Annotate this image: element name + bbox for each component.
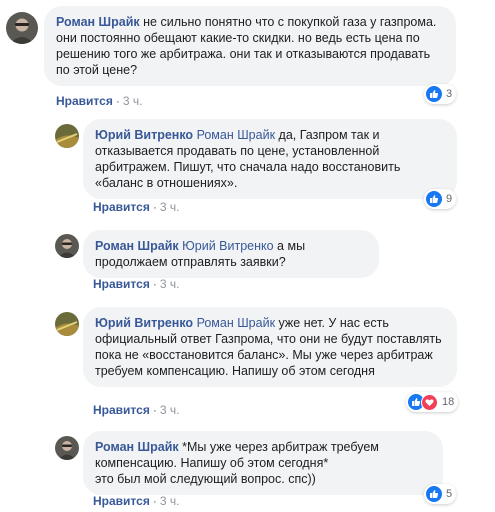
comment-text-line2: это был мой следующий вопрос. спс)) [95, 472, 316, 486]
like-button[interactable]: Нравится [93, 403, 150, 417]
comment-actions: Нравится · 3 ч. [56, 94, 142, 108]
timestamp[interactable]: 3 ч. [123, 94, 143, 108]
comment-actions: Нравится · 3 ч. [93, 277, 179, 291]
thumbs-up-icon [426, 191, 442, 207]
user-photo-icon [55, 234, 79, 258]
separator: · [115, 94, 120, 108]
comment-actions: Нравится · 3 ч. [93, 494, 179, 508]
comment-bubble: Роман Шрайк не сильно понятно что с поку… [44, 6, 456, 86]
user-photo-icon [55, 124, 79, 148]
comment-actions: Нравится · 3 ч. [93, 403, 179, 417]
comment-actions: Нравится · 3 ч. [93, 200, 179, 214]
reaction-count: 5 [446, 488, 453, 500]
like-button[interactable]: Нравится [93, 494, 150, 508]
timestamp[interactable]: 3 ч. [160, 494, 180, 508]
comment-author[interactable]: Роман Шрайк [56, 15, 140, 29]
separator: · [152, 277, 157, 291]
comment-bubble: Роман Шрайк Юрий Витренко а мы продолжае… [83, 230, 379, 278]
thumbs-up-icon [426, 86, 442, 102]
avatar[interactable] [55, 234, 79, 258]
comment-bubble: Юрий Витренко Роман Шрайк уже нет. У нас… [83, 307, 457, 387]
comment-bubble: Юрий Витренко Роман Шрайк да, Газпром та… [83, 119, 457, 199]
thumbs-up-icon [426, 486, 442, 502]
reactions-badge[interactable]: 9 [424, 189, 457, 209]
avatar[interactable] [55, 436, 79, 460]
reaction-count: 18 [442, 396, 455, 408]
comment-author[interactable]: Роман Шрайк [95, 440, 179, 454]
avatar[interactable] [55, 124, 79, 148]
reactions-badge[interactable]: 18 [406, 392, 459, 412]
comment-bubble: Роман Шрайк *Мы уже через арбитраж требу… [83, 431, 443, 495]
separator: · [152, 494, 157, 508]
like-button[interactable]: Нравится [56, 94, 113, 108]
reaction-count: 9 [446, 193, 453, 205]
separator: · [152, 200, 157, 214]
user-photo-icon [55, 312, 79, 336]
reaction-count: 3 [446, 88, 453, 100]
avatar[interactable] [6, 12, 38, 44]
avatar[interactable] [55, 312, 79, 336]
reactions-badge[interactable]: 3 [424, 84, 457, 104]
user-photo-icon [6, 12, 38, 44]
mention-link[interactable]: Роман Шрайк [197, 316, 275, 330]
comment-author[interactable]: Юрий Витренко [95, 316, 193, 330]
heart-icon [421, 393, 438, 411]
comment-author[interactable]: Роман Шрайк [95, 239, 179, 253]
timestamp[interactable]: 3 ч. [160, 200, 180, 214]
user-photo-icon [55, 436, 79, 460]
like-button[interactable]: Нравится [93, 277, 150, 291]
mention-link[interactable]: Роман Шрайк [197, 128, 275, 142]
timestamp[interactable]: 3 ч. [160, 403, 180, 417]
mention-link[interactable]: Юрий Витренко [182, 239, 273, 253]
like-button[interactable]: Нравится [93, 200, 150, 214]
timestamp[interactable]: 3 ч. [160, 277, 180, 291]
comment-author[interactable]: Юрий Витренко [95, 128, 193, 142]
separator: · [152, 403, 157, 417]
reactions-badge[interactable]: 5 [424, 484, 457, 504]
